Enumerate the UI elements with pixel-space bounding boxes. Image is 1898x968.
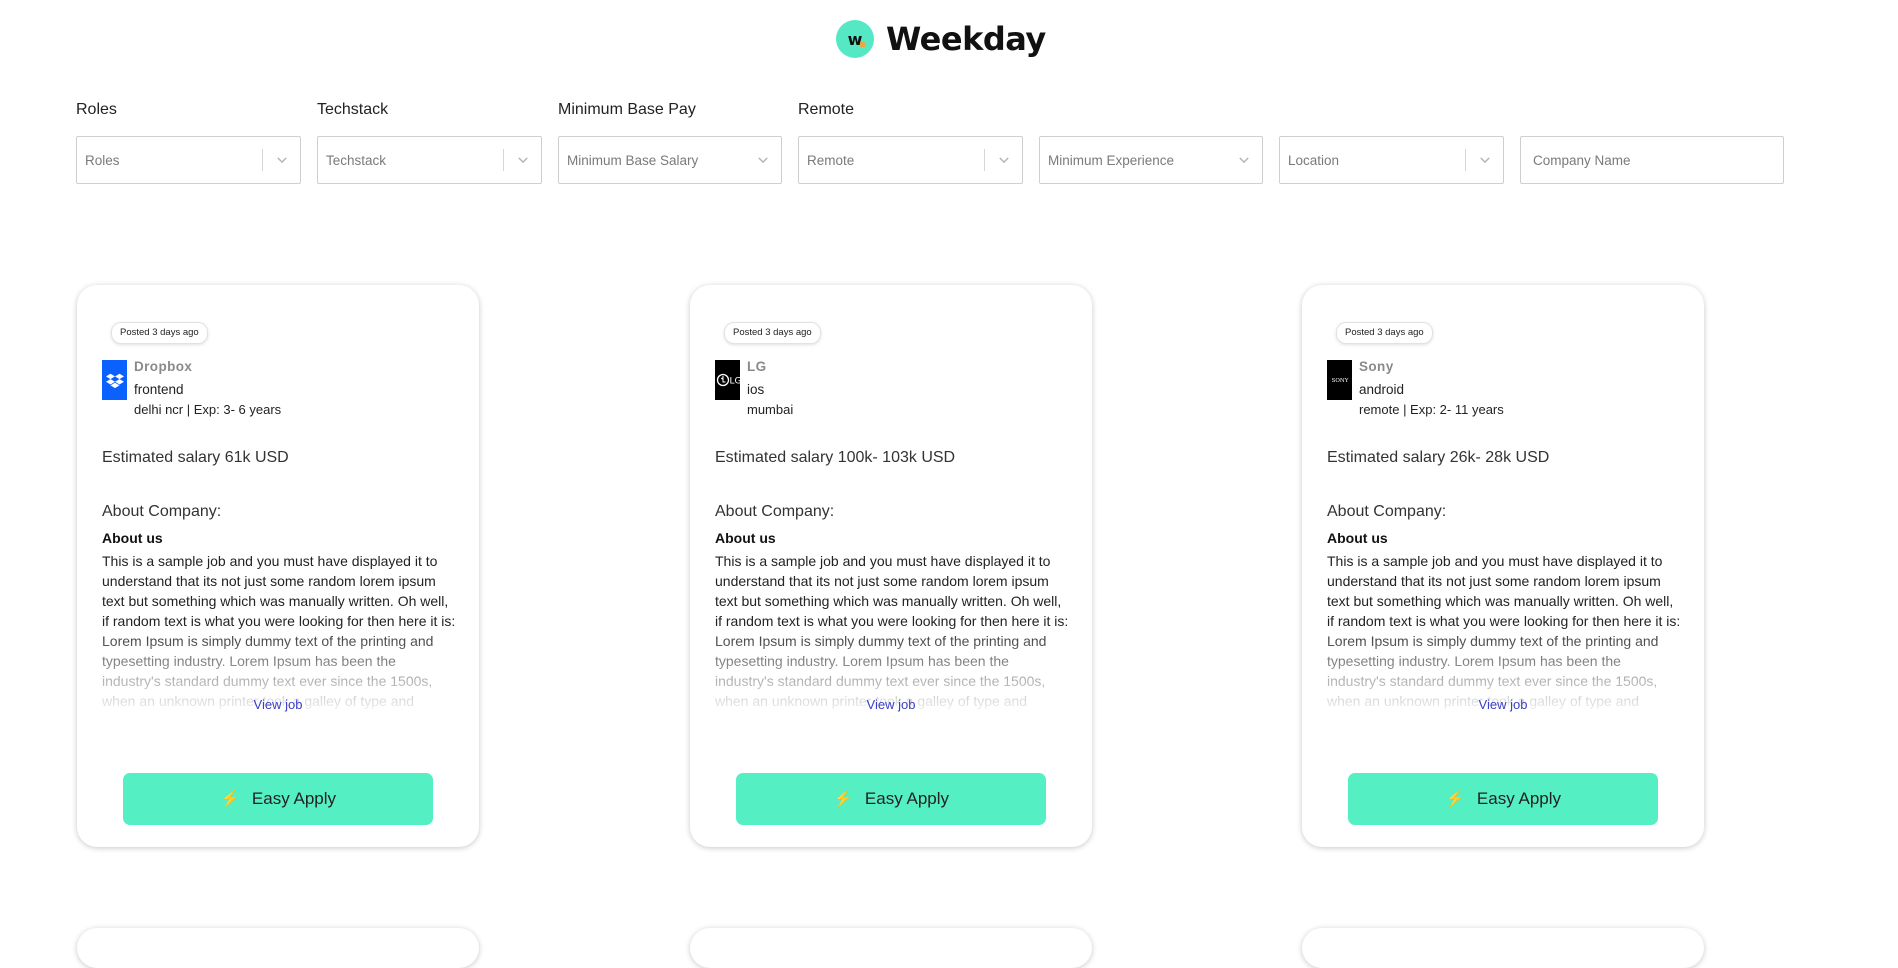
about-company-heading: About Company: xyxy=(1327,503,1447,520)
estimated-salary: Estimated salary 61k USD xyxy=(102,449,289,466)
easy-apply-button[interactable]: ⚡ Easy Apply xyxy=(736,773,1046,825)
easy-apply-button[interactable]: ⚡ Easy Apply xyxy=(123,773,433,825)
company-name: Dropbox xyxy=(134,359,193,374)
filter-label-min-base-pay: Minimum Base Pay xyxy=(558,101,696,118)
location-select[interactable]: Location xyxy=(1279,136,1504,184)
brand-name: Weekday xyxy=(886,20,1046,58)
about-company-heading: About Company: xyxy=(715,503,835,520)
min-experience-select[interactable]: Minimum Experience xyxy=(1039,136,1263,184)
chevron-down-icon[interactable] xyxy=(744,153,781,167)
easy-apply-label: Easy Apply xyxy=(1476,789,1562,808)
company-name: LG xyxy=(747,359,767,374)
view-job-link[interactable]: View job xyxy=(1302,697,1704,712)
job-card: Posted 3 days ago Dropbox frontend delhi… xyxy=(77,285,479,847)
filter-label-roles: Roles xyxy=(76,101,117,118)
chevron-down-icon[interactable] xyxy=(263,153,300,167)
job-description: This is a sample job and you must have d… xyxy=(102,553,456,709)
job-role: frontend xyxy=(134,382,184,397)
job-card: Posted 3 days ago SONY Sony android remo… xyxy=(1302,285,1704,847)
job-location-experience: mumbai xyxy=(747,402,794,417)
job-card-partial xyxy=(1302,928,1704,968)
job-location-experience: delhi ncr | Exp: 3- 6 years xyxy=(134,402,282,417)
min-base-salary-select-placeholder: Minimum Base Salary xyxy=(567,152,699,168)
estimated-salary: Estimated salary 26k- 28k USD xyxy=(1327,449,1550,466)
techstack-select-placeholder: Techstack xyxy=(326,152,387,168)
job-card: Posted 3 days ago LG LG ios mumbai Estim… xyxy=(690,285,1092,847)
roles-select[interactable]: Roles xyxy=(76,136,301,184)
chevron-down-icon[interactable] xyxy=(1466,153,1503,167)
job-description: This is a sample job and you must have d… xyxy=(1327,553,1681,709)
brand-logo[interactable]: w Weekday xyxy=(836,17,1046,61)
techstack-select[interactable]: Techstack xyxy=(317,136,542,184)
roles-select-placeholder: Roles xyxy=(85,152,120,168)
company-name-placeholder: Company Name xyxy=(1533,152,1631,168)
chevron-down-icon[interactable] xyxy=(985,153,1022,167)
filter-label-remote: Remote xyxy=(798,101,855,118)
about-us-heading: About us xyxy=(1327,530,1388,546)
job-role: android xyxy=(1359,382,1405,397)
chevron-down-icon[interactable] xyxy=(1225,153,1262,167)
job-card-partial xyxy=(690,928,1092,968)
posted-badge: Posted 3 days ago xyxy=(724,322,821,344)
chevron-down-icon[interactable] xyxy=(504,153,541,167)
posted-badge: Posted 3 days ago xyxy=(1336,322,1433,344)
lightning-bolt-icon: ⚡ xyxy=(219,791,240,808)
about-company-heading: About Company: xyxy=(102,503,222,520)
estimated-salary: Estimated salary 100k- 103k USD xyxy=(715,449,956,466)
lightning-bolt-icon: ⚡ xyxy=(1444,791,1465,808)
job-location-experience: remote | Exp: 2- 11 years xyxy=(1359,402,1504,417)
sony-logo-icon: SONY xyxy=(1327,360,1352,400)
easy-apply-button[interactable]: ⚡ Easy Apply xyxy=(1348,773,1658,825)
location-select-placeholder: Location xyxy=(1288,152,1340,168)
job-role: ios xyxy=(747,382,765,397)
view-job-link[interactable]: View job xyxy=(690,697,1092,712)
job-card-partial xyxy=(77,928,479,968)
min-experience-select-placeholder: Minimum Experience xyxy=(1048,152,1175,168)
remote-select-placeholder: Remote xyxy=(807,152,855,168)
dropbox-logo-icon xyxy=(102,360,127,400)
filter-label-techstack: Techstack xyxy=(317,101,389,118)
company-name-input[interactable]: Company Name xyxy=(1520,136,1784,184)
min-base-salary-select[interactable]: Minimum Base Salary xyxy=(558,136,782,184)
about-us-heading: About us xyxy=(715,530,776,546)
posted-badge: Posted 3 days ago xyxy=(111,322,208,344)
lg-logo-icon: LG xyxy=(715,360,740,400)
easy-apply-label: Easy Apply xyxy=(251,789,337,808)
job-description: This is a sample job and you must have d… xyxy=(715,553,1069,709)
view-job-link[interactable]: View job xyxy=(77,697,479,712)
easy-apply-label: Easy Apply xyxy=(864,789,950,808)
remote-select[interactable]: Remote xyxy=(798,136,1023,184)
about-us-heading: About us xyxy=(102,530,163,546)
svg-text:LG: LG xyxy=(729,377,740,387)
company-name: Sony xyxy=(1359,359,1394,374)
weekday-logo-icon: w xyxy=(836,20,874,58)
lightning-bolt-icon: ⚡ xyxy=(832,791,853,808)
svg-text:SONY: SONY xyxy=(1331,378,1348,384)
